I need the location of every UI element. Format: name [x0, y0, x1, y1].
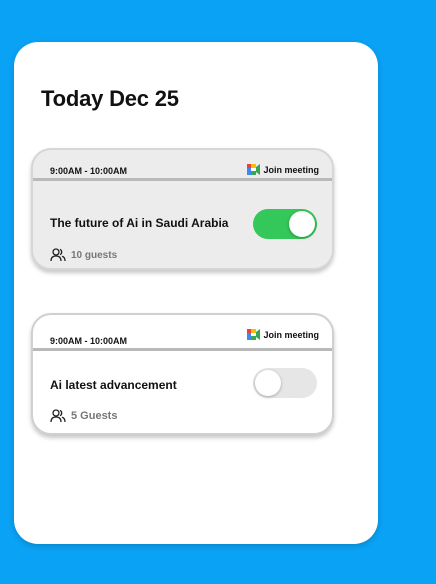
join-meeting-button[interactable]: Join meeting [247, 164, 319, 175]
join-meeting-label: Join meeting [263, 164, 319, 175]
event-toggle[interactable] [253, 368, 317, 398]
guests-info: 5 Guests [50, 409, 117, 423]
guests-info: 10 guests [50, 248, 117, 262]
toggle-knob [289, 211, 315, 237]
people-icon [50, 409, 66, 423]
event-title: The future of Ai in Saudi Arabia [50, 216, 229, 230]
event-card[interactable]: 9:00AM - 10:00AM Join meeting The future… [31, 148, 334, 270]
google-meet-icon [247, 164, 261, 175]
event-time: 9:00AM - 10:00AM [50, 336, 128, 346]
event-time: 9:00AM - 10:00AM [50, 166, 128, 176]
guests-count: 10 guests [71, 249, 118, 261]
guests-count: 5 Guests [71, 410, 118, 422]
toggle-knob [255, 370, 281, 396]
join-meeting-label: Join meeting [263, 329, 319, 340]
page-title: Today Dec 25 [41, 86, 179, 111]
event-toggle[interactable] [253, 209, 317, 239]
event-card[interactable]: 9:00AM - 10:00AM Join meeting Ai latest … [31, 313, 334, 435]
google-meet-icon [247, 329, 261, 340]
agenda-panel [14, 42, 378, 544]
event-card-header: 9:00AM - 10:00AM Join meeting [33, 315, 332, 351]
event-card-header: 9:00AM - 10:00AM Join meeting [33, 150, 332, 181]
join-meeting-button[interactable]: Join meeting [247, 329, 319, 340]
event-title: Ai latest advancement [50, 378, 177, 392]
people-icon [50, 248, 66, 262]
